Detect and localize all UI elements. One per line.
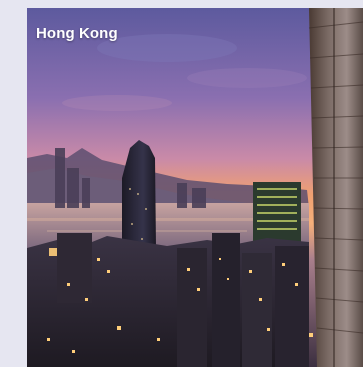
destination-card[interactable]: Hong Kong (27, 8, 363, 367)
hong-kong-skyline-photo (27, 8, 363, 367)
destination-title: Hong Kong (36, 25, 118, 42)
